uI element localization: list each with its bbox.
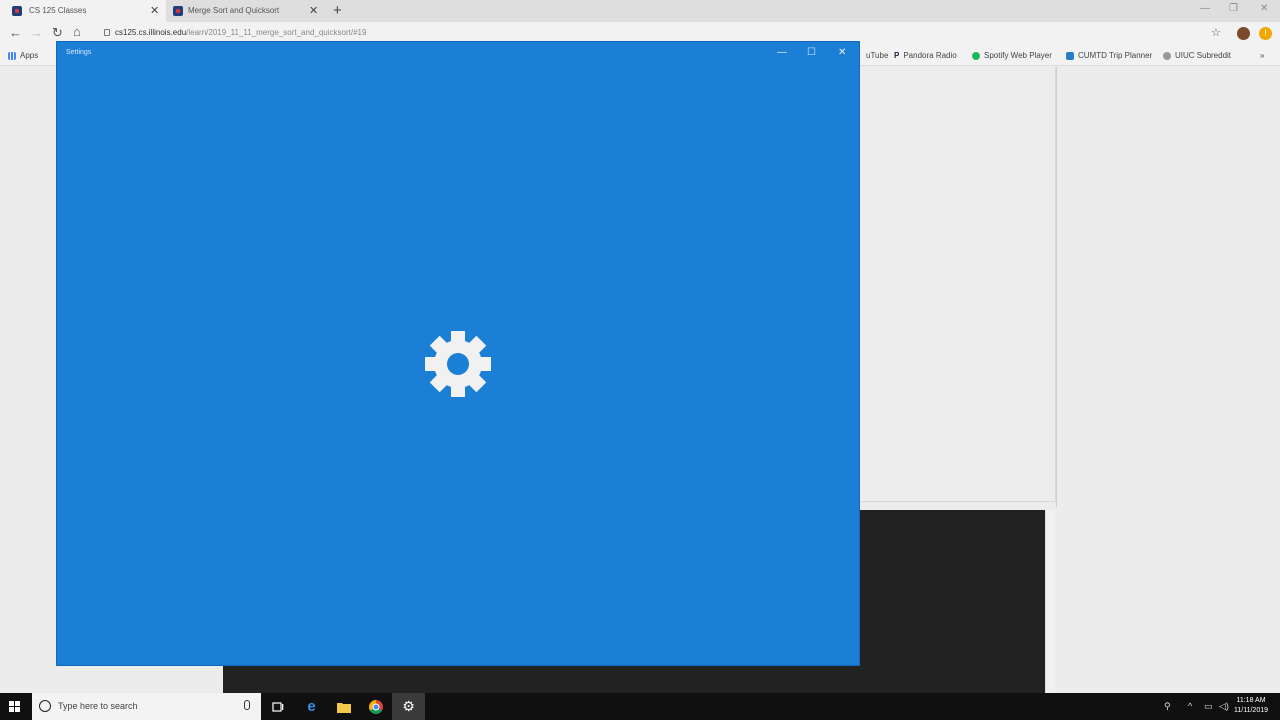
maximize-icon[interactable]: ☐: [807, 47, 816, 58]
cortana-icon: [39, 700, 51, 712]
reload-icon[interactable]: ↻: [52, 25, 63, 41]
microphone-icon[interactable]: [244, 700, 250, 710]
page-side-panel: [858, 67, 1056, 502]
minimize-icon[interactable]: —: [1200, 3, 1210, 14]
volume-icon[interactable]: ◁): [1219, 701, 1229, 712]
restore-icon[interactable]: ❐: [1229, 3, 1238, 14]
tab-merge-sort[interactable]: Merge Sort and Quicksort ✕: [162, 0, 328, 22]
illinois-favicon-icon: [173, 6, 183, 16]
chevron-up-icon[interactable]: ^: [1188, 701, 1192, 711]
taskbar-clock[interactable]: 11:18 AM 11/11/2019: [1234, 696, 1268, 716]
pandora-icon: P: [894, 51, 900, 60]
people-icon[interactable]: ⚲: [1164, 701, 1171, 712]
tab-cs125-classes[interactable]: CS 125 Classes ✕: [0, 0, 166, 22]
close-window-icon[interactable]: ✕: [1260, 3, 1268, 14]
bookmark-youtube[interactable]: uTube: [866, 51, 888, 60]
gear-icon: [425, 331, 491, 397]
back-icon[interactable]: ←: [9, 25, 22, 40]
bookmark-pandora[interactable]: P Pandora Radio: [894, 51, 957, 60]
search-placeholder: Type here to search: [58, 701, 138, 711]
minimize-icon[interactable]: —: [777, 47, 787, 58]
new-tab-button[interactable]: +: [333, 2, 342, 19]
scrollbar[interactable]: [1045, 510, 1055, 693]
illinois-favicon-icon: [12, 6, 22, 16]
clock-time: 11:18 AM: [1236, 697, 1266, 704]
file-explorer-icon[interactable]: [327, 693, 360, 720]
apps-grid-icon: [8, 51, 16, 60]
tab-title: Merge Sort and Quicksort: [188, 6, 280, 15]
chrome-icon[interactable]: [359, 693, 392, 720]
clock-date: 11/11/2019: [1234, 707, 1268, 714]
cumtd-icon: [1066, 51, 1074, 60]
star-icon[interactable]: ☆: [1211, 26, 1221, 39]
spotify-icon: [972, 51, 980, 60]
bookmark-spotify[interactable]: Spotify Web Player: [972, 51, 1052, 60]
lock-icon: [104, 29, 110, 36]
edge-icon[interactable]: e: [295, 693, 328, 720]
settings-icon[interactable]: ⚙: [392, 693, 425, 720]
profile-avatar[interactable]: [1237, 27, 1250, 40]
windows-taskbar: Type here to search e ⚙ ⚲ ^ ▭ ◁) 11:18 A…: [0, 693, 1280, 720]
network-icon[interactable]: ▭: [1204, 701, 1213, 712]
address-bar[interactable]: cs125.cs.illinois.edu/learn/2019_11_11_m…: [96, 25, 1196, 43]
window-title: Settings: [66, 49, 92, 56]
browser-tab-strip: CS 125 Classes ✕ Merge Sort and Quicksor…: [0, 0, 1280, 22]
bookmark-uiuc-subreddit[interactable]: UIUC Subreddit: [1163, 51, 1231, 60]
page-divider: [1056, 67, 1057, 507]
home-icon[interactable]: ⌂: [73, 24, 81, 39]
task-view-icon[interactable]: [261, 693, 294, 720]
close-icon[interactable]: ✕: [150, 4, 159, 17]
bookmark-cumtd[interactable]: CUMTD Trip Planner: [1066, 51, 1152, 60]
settings-window: Settings — ☐ ✕: [57, 42, 859, 665]
taskbar-search-box[interactable]: Type here to search: [32, 693, 261, 720]
reddit-icon: [1163, 51, 1171, 60]
tab-title: CS 125 Classes: [29, 6, 87, 15]
bookmark-apps[interactable]: Apps: [8, 51, 38, 60]
close-icon[interactable]: ✕: [838, 47, 846, 58]
url-text: cs125.cs.illinois.edu/learn/2019_11_11_m…: [115, 28, 367, 37]
close-icon[interactable]: ✕: [309, 4, 318, 17]
alert-icon[interactable]: !: [1259, 27, 1272, 40]
forward-icon[interactable]: →: [30, 25, 43, 40]
windows-start-icon[interactable]: [9, 701, 21, 713]
bookmarks-overflow-button[interactable]: »: [1260, 51, 1264, 60]
